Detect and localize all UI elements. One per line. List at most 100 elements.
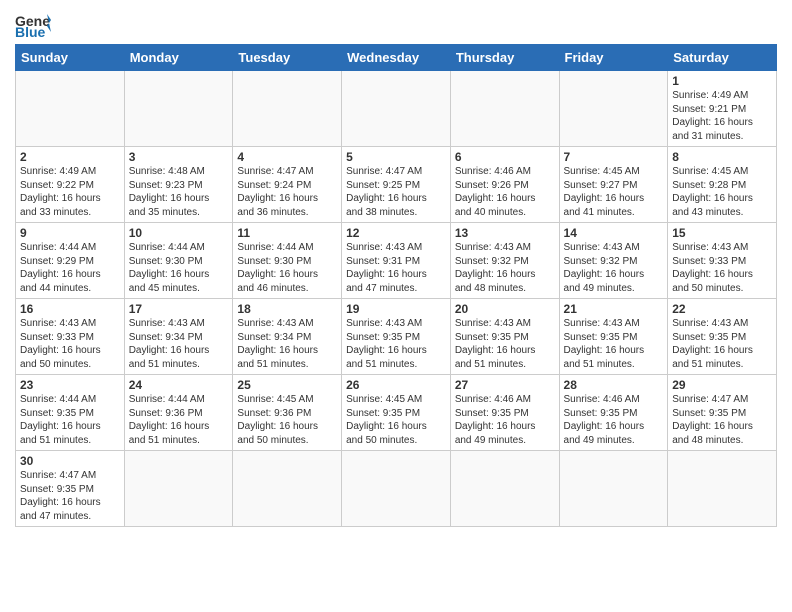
column-header-sunday: Sunday — [16, 45, 125, 71]
calendar-cell: 25Sunrise: 4:45 AM Sunset: 9:36 PM Dayli… — [233, 375, 342, 451]
calendar-cell: 20Sunrise: 4:43 AM Sunset: 9:35 PM Dayli… — [450, 299, 559, 375]
calendar-cell: 3Sunrise: 4:48 AM Sunset: 9:23 PM Daylig… — [124, 147, 233, 223]
calendar-cell: 21Sunrise: 4:43 AM Sunset: 9:35 PM Dayli… — [559, 299, 668, 375]
day-info: Sunrise: 4:47 AM Sunset: 9:35 PM Dayligh… — [672, 393, 772, 447]
calendar-cell: 8Sunrise: 4:45 AM Sunset: 9:28 PM Daylig… — [668, 147, 777, 223]
calendar-cell: 2Sunrise: 4:49 AM Sunset: 9:22 PM Daylig… — [16, 147, 125, 223]
day-number: 27 — [455, 378, 555, 392]
day-number: 22 — [672, 302, 772, 316]
day-number: 5 — [346, 150, 446, 164]
day-info: Sunrise: 4:43 AM Sunset: 9:35 PM Dayligh… — [455, 317, 555, 371]
calendar-cell: 23Sunrise: 4:44 AM Sunset: 9:35 PM Dayli… — [16, 375, 125, 451]
day-info: Sunrise: 4:48 AM Sunset: 9:23 PM Dayligh… — [129, 165, 229, 219]
calendar-week-5: 23Sunrise: 4:44 AM Sunset: 9:35 PM Dayli… — [16, 375, 777, 451]
column-header-tuesday: Tuesday — [233, 45, 342, 71]
day-info: Sunrise: 4:44 AM Sunset: 9:30 PM Dayligh… — [129, 241, 229, 295]
day-number: 14 — [564, 226, 664, 240]
calendar-cell — [124, 71, 233, 147]
column-header-wednesday: Wednesday — [342, 45, 451, 71]
day-info: Sunrise: 4:44 AM Sunset: 9:30 PM Dayligh… — [237, 241, 337, 295]
day-info: Sunrise: 4:43 AM Sunset: 9:34 PM Dayligh… — [129, 317, 229, 371]
day-info: Sunrise: 4:43 AM Sunset: 9:32 PM Dayligh… — [455, 241, 555, 295]
calendar-cell — [233, 451, 342, 527]
day-number: 9 — [20, 226, 120, 240]
calendar-cell: 1Sunrise: 4:49 AM Sunset: 9:21 PM Daylig… — [668, 71, 777, 147]
calendar-cell: 7Sunrise: 4:45 AM Sunset: 9:27 PM Daylig… — [559, 147, 668, 223]
calendar-cell: 29Sunrise: 4:47 AM Sunset: 9:35 PM Dayli… — [668, 375, 777, 451]
calendar-table: SundayMondayTuesdayWednesdayThursdayFrid… — [15, 44, 777, 527]
day-number: 4 — [237, 150, 337, 164]
calendar-cell: 17Sunrise: 4:43 AM Sunset: 9:34 PM Dayli… — [124, 299, 233, 375]
calendar-week-6: 30Sunrise: 4:47 AM Sunset: 9:35 PM Dayli… — [16, 451, 777, 527]
day-info: Sunrise: 4:44 AM Sunset: 9:36 PM Dayligh… — [129, 393, 229, 447]
day-number: 23 — [20, 378, 120, 392]
day-info: Sunrise: 4:46 AM Sunset: 9:35 PM Dayligh… — [564, 393, 664, 447]
calendar-cell — [342, 451, 451, 527]
calendar-cell — [124, 451, 233, 527]
day-info: Sunrise: 4:45 AM Sunset: 9:28 PM Dayligh… — [672, 165, 772, 219]
logo-icon: General Blue — [15, 10, 51, 38]
column-header-monday: Monday — [124, 45, 233, 71]
day-info: Sunrise: 4:47 AM Sunset: 9:35 PM Dayligh… — [20, 469, 120, 523]
day-number: 13 — [455, 226, 555, 240]
calendar-cell — [342, 71, 451, 147]
calendar-cell: 26Sunrise: 4:45 AM Sunset: 9:35 PM Dayli… — [342, 375, 451, 451]
calendar-week-4: 16Sunrise: 4:43 AM Sunset: 9:33 PM Dayli… — [16, 299, 777, 375]
calendar-cell: 24Sunrise: 4:44 AM Sunset: 9:36 PM Dayli… — [124, 375, 233, 451]
day-info: Sunrise: 4:44 AM Sunset: 9:29 PM Dayligh… — [20, 241, 120, 295]
calendar-cell — [233, 71, 342, 147]
day-info: Sunrise: 4:43 AM Sunset: 9:35 PM Dayligh… — [564, 317, 664, 371]
day-number: 7 — [564, 150, 664, 164]
calendar-cell: 28Sunrise: 4:46 AM Sunset: 9:35 PM Dayli… — [559, 375, 668, 451]
day-number: 29 — [672, 378, 772, 392]
day-number: 25 — [237, 378, 337, 392]
day-number: 6 — [455, 150, 555, 164]
day-info: Sunrise: 4:43 AM Sunset: 9:33 PM Dayligh… — [20, 317, 120, 371]
calendar-cell: 6Sunrise: 4:46 AM Sunset: 9:26 PM Daylig… — [450, 147, 559, 223]
calendar-cell — [559, 451, 668, 527]
day-info: Sunrise: 4:44 AM Sunset: 9:35 PM Dayligh… — [20, 393, 120, 447]
svg-text:Blue: Blue — [15, 24, 46, 38]
day-info: Sunrise: 4:45 AM Sunset: 9:36 PM Dayligh… — [237, 393, 337, 447]
column-header-friday: Friday — [559, 45, 668, 71]
day-number: 16 — [20, 302, 120, 316]
calendar-week-3: 9Sunrise: 4:44 AM Sunset: 9:29 PM Daylig… — [16, 223, 777, 299]
day-info: Sunrise: 4:49 AM Sunset: 9:21 PM Dayligh… — [672, 89, 772, 143]
calendar-cell: 22Sunrise: 4:43 AM Sunset: 9:35 PM Dayli… — [668, 299, 777, 375]
day-number: 21 — [564, 302, 664, 316]
day-number: 3 — [129, 150, 229, 164]
calendar-week-2: 2Sunrise: 4:49 AM Sunset: 9:22 PM Daylig… — [16, 147, 777, 223]
calendar-cell: 15Sunrise: 4:43 AM Sunset: 9:33 PM Dayli… — [668, 223, 777, 299]
day-info: Sunrise: 4:46 AM Sunset: 9:26 PM Dayligh… — [455, 165, 555, 219]
day-info: Sunrise: 4:43 AM Sunset: 9:33 PM Dayligh… — [672, 241, 772, 295]
day-info: Sunrise: 4:45 AM Sunset: 9:27 PM Dayligh… — [564, 165, 664, 219]
calendar-cell: 9Sunrise: 4:44 AM Sunset: 9:29 PM Daylig… — [16, 223, 125, 299]
calendar-cell — [668, 451, 777, 527]
column-header-thursday: Thursday — [450, 45, 559, 71]
day-info: Sunrise: 4:47 AM Sunset: 9:25 PM Dayligh… — [346, 165, 446, 219]
calendar-header-row: SundayMondayTuesdayWednesdayThursdayFrid… — [16, 45, 777, 71]
day-number: 15 — [672, 226, 772, 240]
logo: General Blue — [15, 10, 55, 38]
calendar-cell: 13Sunrise: 4:43 AM Sunset: 9:32 PM Dayli… — [450, 223, 559, 299]
day-number: 20 — [455, 302, 555, 316]
day-number: 11 — [237, 226, 337, 240]
day-number: 26 — [346, 378, 446, 392]
day-number: 19 — [346, 302, 446, 316]
calendar-cell: 4Sunrise: 4:47 AM Sunset: 9:24 PM Daylig… — [233, 147, 342, 223]
day-number: 28 — [564, 378, 664, 392]
calendar-cell: 16Sunrise: 4:43 AM Sunset: 9:33 PM Dayli… — [16, 299, 125, 375]
day-info: Sunrise: 4:45 AM Sunset: 9:35 PM Dayligh… — [346, 393, 446, 447]
day-info: Sunrise: 4:47 AM Sunset: 9:24 PM Dayligh… — [237, 165, 337, 219]
calendar-cell: 5Sunrise: 4:47 AM Sunset: 9:25 PM Daylig… — [342, 147, 451, 223]
day-info: Sunrise: 4:43 AM Sunset: 9:32 PM Dayligh… — [564, 241, 664, 295]
page-header: General Blue — [15, 10, 777, 38]
calendar-cell: 12Sunrise: 4:43 AM Sunset: 9:31 PM Dayli… — [342, 223, 451, 299]
calendar-cell: 19Sunrise: 4:43 AM Sunset: 9:35 PM Dayli… — [342, 299, 451, 375]
calendar-cell — [450, 71, 559, 147]
calendar-cell: 30Sunrise: 4:47 AM Sunset: 9:35 PM Dayli… — [16, 451, 125, 527]
day-number: 10 — [129, 226, 229, 240]
day-number: 30 — [20, 454, 120, 468]
day-number: 17 — [129, 302, 229, 316]
calendar-cell — [16, 71, 125, 147]
